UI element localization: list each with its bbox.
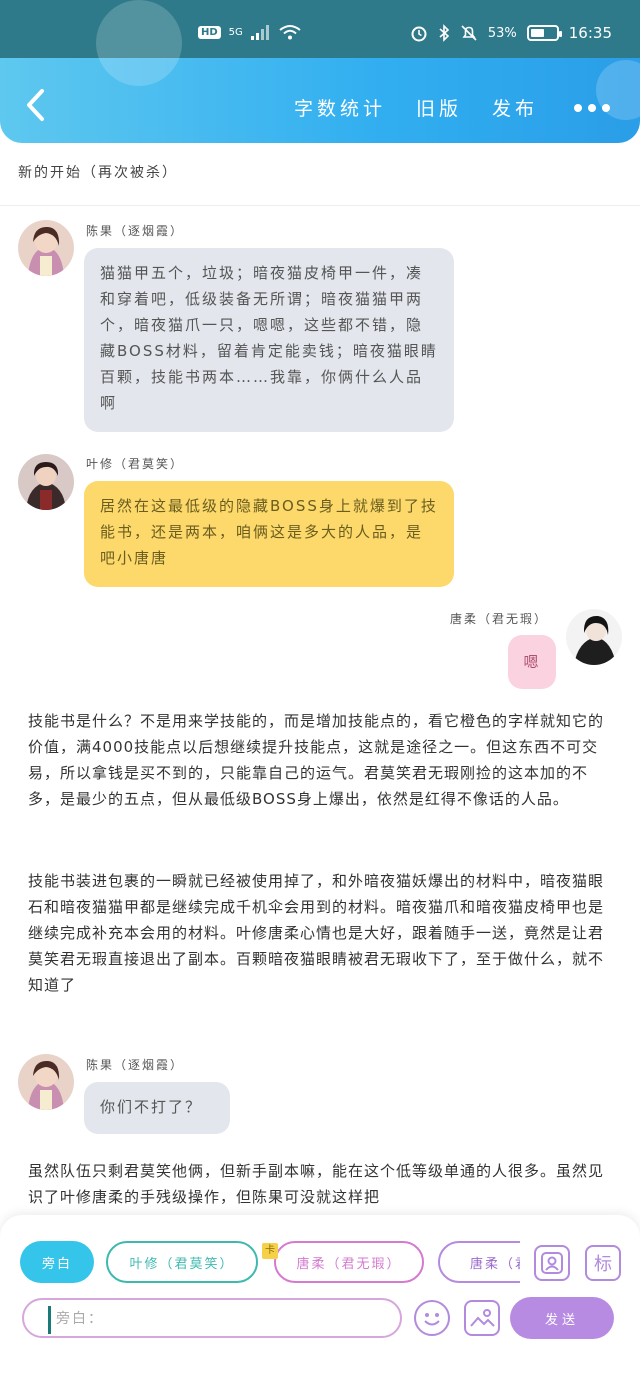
battery-percent: 53% — [487, 25, 517, 41]
speaker-name: 叶修（君莫笑） — [86, 457, 185, 471]
role-chip-yexiu[interactable]: 叶修（君莫笑） — [106, 1241, 258, 1283]
top-header: HD 5G 53% 16:35 字数统计 旧版 发布 — [0, 0, 640, 143]
divider — [0, 205, 640, 206]
narration-paragraph[interactable]: 技能书是什么？不是用来学技能的，而是增加技能点的，看它橙色的字样就知它的价值，满… — [28, 708, 608, 812]
status-bar: HD 5G 53% 16:35 — [0, 0, 640, 86]
hd-badge: HD — [198, 25, 221, 39]
narration-paragraph[interactable]: 虽然队伍只剩君莫笑他俩，但新手副本嘛，能在这个低等级单通的人很多。虽然见识了叶修… — [28, 1158, 608, 1210]
battery-icon — [526, 25, 562, 41]
message-bubble[interactable]: 猫猫甲五个，垃圾；暗夜猫皮椅甲一件，凑和穿着吧，低级装备无所谓；暗夜猫猫甲两个，… — [84, 248, 454, 432]
nav-bar: 字数统计 旧版 发布 — [0, 58, 640, 143]
image-upload-icon[interactable] — [464, 1300, 500, 1336]
message-input[interactable] — [56, 1306, 386, 1332]
back-arrow-icon[interactable] — [24, 88, 48, 122]
clock: 16:35 — [568, 24, 612, 42]
signal-icon — [250, 25, 269, 40]
speaker-name: 陈果（逐烟霞） — [86, 1058, 185, 1072]
chapter-title[interactable]: 新的开始（再次被杀） — [18, 162, 178, 182]
role-chip-narrator[interactable]: 旁白 — [20, 1241, 94, 1283]
avatar-tangrou[interactable] — [566, 609, 622, 665]
avatar-yexiu[interactable] — [18, 454, 74, 510]
role-chip-tangrou[interactable]: 唐柔（君无瑕） — [274, 1241, 424, 1283]
publish-button[interactable]: 发布 — [492, 94, 538, 121]
narration-paragraph[interactable]: 技能书装进包裹的一瞬就已经被使用掉了，和外暗夜猫妖爆出的材料中，暗夜猫眼石和暗夜… — [28, 868, 608, 998]
speaker-name: 陈果（逐烟霞） — [86, 224, 185, 238]
send-button[interactable]: 发送 — [510, 1297, 614, 1339]
message-bubble[interactable]: 嗯 — [508, 635, 556, 689]
role-chip-more[interactable]: 唐柔（君无瑕） — [438, 1241, 520, 1283]
mute-icon — [461, 25, 477, 41]
message-bubble[interactable]: 居然在这最低级的隐藏BOSS身上就爆到了技能书，还是两本，咱俩这是多大的人品，是… — [84, 481, 454, 587]
tag-button[interactable]: 标 — [585, 1245, 621, 1281]
status-right: 53% 16:35 — [410, 24, 612, 42]
word-count-button[interactable]: 字数统计 — [294, 94, 386, 121]
alarm-icon — [411, 26, 427, 42]
message-bubble[interactable]: 你们不打了？ — [84, 1082, 230, 1134]
avatar-chenguo[interactable] — [18, 220, 74, 276]
pin-icon: 卡 — [262, 1243, 278, 1259]
emoji-icon[interactable] — [414, 1300, 450, 1336]
network-type: 5G — [228, 26, 243, 38]
old-version-button[interactable]: 旧版 — [416, 94, 462, 121]
battery-level — [530, 29, 544, 37]
wifi-icon — [279, 25, 301, 40]
status-left: HD 5G — [198, 24, 301, 40]
speaker-name: 唐柔（君无瑕） — [450, 612, 549, 626]
avatar-chenguo[interactable] — [18, 1054, 74, 1110]
text-caret — [48, 1306, 51, 1334]
nav-actions: 字数统计 旧版 发布 — [294, 94, 610, 121]
bluetooth-icon — [439, 24, 450, 42]
message-input-box[interactable] — [22, 1298, 402, 1338]
more-menu-icon[interactable] — [574, 103, 610, 112]
character-card-icon[interactable] — [534, 1245, 570, 1281]
